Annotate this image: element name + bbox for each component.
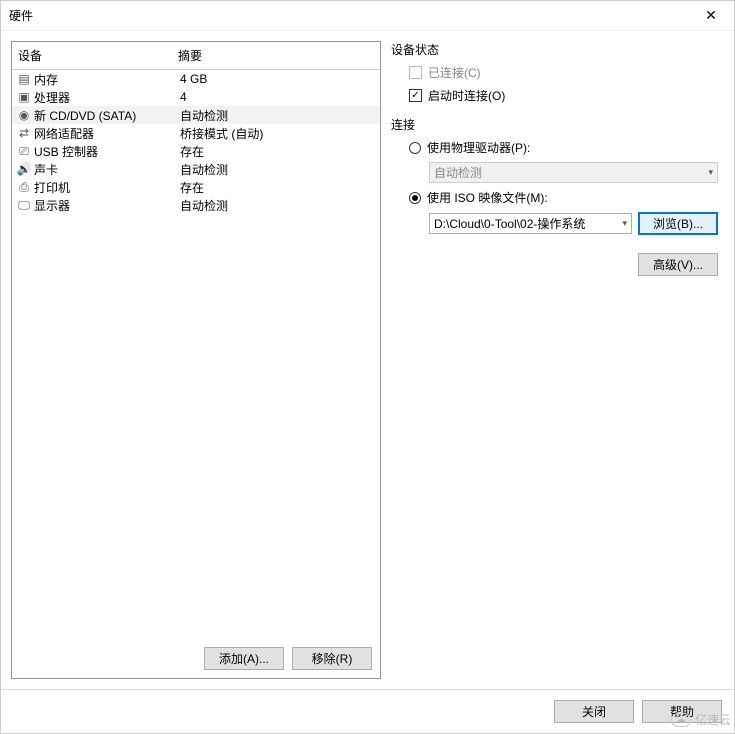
hardware-row[interactable]: ⎙打印机存在 <box>12 178 380 196</box>
dialog-footer: 关闭 帮助 <box>1 689 734 733</box>
connect-on-start-row[interactable]: ✓ 启动时连接(O) <box>409 87 718 104</box>
physical-drive-value: 自动检测 <box>434 164 482 181</box>
advanced-button[interactable]: 高级(V)... <box>638 253 718 276</box>
connection-group: 连接 使用物理驱动器(P): 自动检测 ▾ 使用 ISO 映像文 <box>391 116 718 235</box>
hardware-name: 处理器 <box>34 89 180 106</box>
browse-button[interactable]: 浏览(B)... <box>638 212 718 235</box>
hardware-row[interactable]: ⎚USB 控制器存在 <box>12 142 380 160</box>
physical-drive-radio[interactable] <box>409 142 421 154</box>
titlebar: 硬件 ✕ <box>1 1 734 31</box>
network-icon: ⇄ <box>16 126 32 140</box>
device-status-title: 设备状态 <box>391 41 718 58</box>
hardware-row[interactable]: 🔊声卡自动检测 <box>12 160 380 178</box>
settings-panel: 设备状态 已连接(C) ✓ 启动时连接(O) 连接 <box>391 41 724 679</box>
physical-drive-label: 使用物理驱动器(P): <box>427 139 530 156</box>
device-status-group: 设备状态 已连接(C) ✓ 启动时连接(O) <box>391 41 718 104</box>
sound-icon: 🔊 <box>16 162 32 176</box>
hardware-name: USB 控制器 <box>34 143 180 160</box>
iso-file-radio[interactable] <box>409 192 421 204</box>
iso-file-label: 使用 ISO 映像文件(M): <box>427 189 548 206</box>
hardware-name: 显示器 <box>34 197 180 214</box>
hardware-list-header: 设备 摘要 <box>12 42 380 70</box>
printer-icon: ⎙ <box>16 180 32 194</box>
connect-on-start-label: 启动时连接(O) <box>428 87 505 104</box>
hardware-summary: 桥接模式 (自动) <box>180 125 376 142</box>
hardware-row[interactable]: ⇄网络适配器桥接模式 (自动) <box>12 124 380 142</box>
connection-title: 连接 <box>391 116 718 133</box>
hardware-summary: 自动检测 <box>180 161 376 178</box>
hardware-name: 新 CD/DVD (SATA) <box>34 107 180 124</box>
remove-button[interactable]: 移除(R) <box>292 647 372 670</box>
connect-on-start-checkbox[interactable]: ✓ <box>409 89 422 102</box>
hardware-name: 声卡 <box>34 161 180 178</box>
close-button[interactable]: ✕ <box>696 1 726 31</box>
hardware-summary: 存在 <box>180 143 376 160</box>
connected-checkbox-row: 已连接(C) <box>409 64 718 81</box>
display-icon: 🖵 <box>16 198 32 212</box>
connected-label: 已连接(C) <box>428 64 481 81</box>
column-header-device[interactable]: 设备 <box>18 47 178 64</box>
hardware-dialog: 硬件 ✕ 设备 摘要 ▤内存4 GB▣处理器4◉新 CD/DVD (SATA)自… <box>0 0 735 734</box>
chevron-down-icon[interactable]: ▾ <box>622 218 627 229</box>
hardware-summary: 自动检测 <box>180 197 376 214</box>
hardware-name: 网络适配器 <box>34 125 180 142</box>
add-button[interactable]: 添加(A)... <box>204 647 284 670</box>
physical-drive-dropdown: 自动检测 ▾ <box>429 162 718 183</box>
hardware-row[interactable]: ◉新 CD/DVD (SATA)自动检测 <box>12 106 380 124</box>
chevron-down-icon: ▾ <box>708 167 713 178</box>
hardware-list[interactable]: ▤内存4 GB▣处理器4◉新 CD/DVD (SATA)自动检测⇄网络适配器桥接… <box>12 70 380 639</box>
hardware-row[interactable]: ▣处理器4 <box>12 88 380 106</box>
hardware-list-panel: 设备 摘要 ▤内存4 GB▣处理器4◉新 CD/DVD (SATA)自动检测⇄网… <box>11 41 381 679</box>
hardware-row[interactable]: 🖵显示器自动检测 <box>12 196 380 214</box>
iso-path-value: D:\Cloud\0-Tool\02-操作系统 <box>434 215 585 232</box>
usb-icon: ⎚ <box>16 144 32 158</box>
hardware-name: 内存 <box>34 71 180 88</box>
physical-drive-radio-row[interactable]: 使用物理驱动器(P): <box>409 139 718 156</box>
iso-file-radio-row[interactable]: 使用 ISO 映像文件(M): <box>409 189 718 206</box>
hardware-summary: 4 <box>180 90 376 104</box>
close-dialog-button[interactable]: 关闭 <box>554 700 634 723</box>
connected-checkbox <box>409 66 422 79</box>
help-button[interactable]: 帮助 <box>642 700 722 723</box>
hardware-summary: 存在 <box>180 179 376 196</box>
hardware-list-buttons: 添加(A)... 移除(R) <box>12 639 380 678</box>
content-area: 设备 摘要 ▤内存4 GB▣处理器4◉新 CD/DVD (SATA)自动检测⇄网… <box>1 31 734 689</box>
window-title: 硬件 <box>9 7 33 24</box>
hardware-row[interactable]: ▤内存4 GB <box>12 70 380 88</box>
column-header-summary[interactable]: 摘要 <box>178 47 374 64</box>
iso-path-dropdown[interactable]: D:\Cloud\0-Tool\02-操作系统 ▾ <box>429 213 632 234</box>
hardware-summary: 自动检测 <box>180 107 376 124</box>
cd-icon: ◉ <box>16 108 32 122</box>
hardware-summary: 4 GB <box>180 72 376 86</box>
hardware-name: 打印机 <box>34 179 180 196</box>
memory-icon: ▤ <box>16 72 32 86</box>
cpu-icon: ▣ <box>16 90 32 104</box>
